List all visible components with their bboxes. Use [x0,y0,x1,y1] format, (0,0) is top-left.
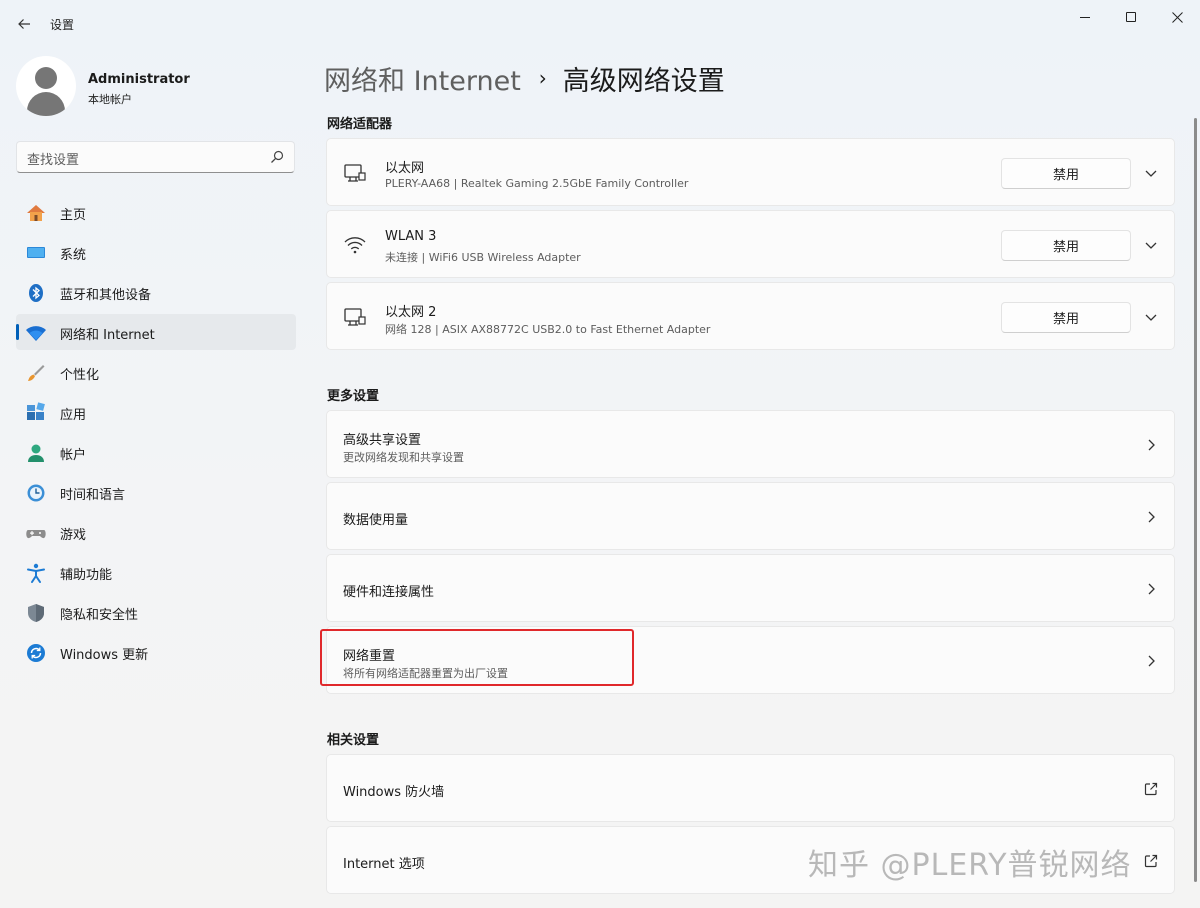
profile-name: Administrator [88,72,190,87]
open-external-icon [1144,782,1158,796]
adapter-card-ethernet-2[interactable]: 以太网 2 网络 128 | ASIX AX88772C USB2.0 to F… [326,282,1175,350]
system-icon [25,242,47,264]
sidebar-item-bluetooth[interactable]: 蓝牙和其他设备 [16,274,296,310]
close-button[interactable] [1154,6,1200,28]
search-box[interactable]: 查找设置 [16,141,295,173]
card-title: 硬件和连接属性 [343,585,435,600]
sidebar-item-label: 帐户 [60,448,87,463]
card-title: Internet 选项 [343,857,425,872]
annotation-highlight-box [320,629,634,686]
wifi-icon [25,322,47,344]
disable-button[interactable]: 禁用 [1001,230,1131,261]
settings-window: 设置 Administrator 本地帐户 查找设置 主页 系统 蓝牙和其他设备… [0,0,1200,908]
gamepad-icon [25,522,47,544]
card-subtitle: 更改网络发现和共享设置 [343,451,464,464]
maximize-icon [1126,12,1136,22]
ethernet-icon [344,308,366,326]
sidebar-item-time-language[interactable]: 时间和语言 [16,474,296,510]
adapter-detail: PLERY-AA68 | Realtek Gaming 2.5GbE Famil… [385,177,689,190]
scrollbar[interactable] [1194,118,1197,882]
card-title: 数据使用量 [343,513,409,528]
disable-button[interactable]: 禁用 [1001,302,1131,333]
card-title: Windows 防火墙 [343,785,445,800]
home-icon [25,202,47,224]
sidebar-item-label: 蓝牙和其他设备 [60,288,152,303]
avatar [16,56,76,116]
sidebar-item-label: 隐私和安全性 [60,608,139,623]
card-title: 高级共享设置 [343,433,422,448]
sidebar-item-system[interactable]: 系统 [16,234,296,270]
sidebar-item-label: 辅助功能 [60,568,113,583]
sidebar-item-personalization[interactable]: 个性化 [16,354,296,390]
chevron-right-icon [1148,439,1155,451]
sidebar-item-apps[interactable]: 应用 [16,394,296,430]
account-icon [25,442,47,464]
breadcrumb-separator: › [538,66,547,90]
update-icon [25,642,47,664]
adapter-name: 以太网 [385,161,425,176]
minimize-icon [1080,16,1090,18]
sidebar-nav: 主页 系统 蓝牙和其他设备 网络和 Internet 个性化 应用 帐户 时间和… [16,194,296,674]
chevron-right-icon [1148,583,1155,595]
adapter-card-wlan[interactable]: WLAN 3 未连接 | WiFi6 USB Wireless Adapter … [326,210,1175,278]
section-title-related: 相关设置 [327,733,380,748]
page-title: 高级网络设置 [562,65,725,97]
back-button[interactable] [12,12,36,36]
adapter-name: WLAN 3 [385,229,437,244]
adapter-card-ethernet[interactable]: 以太网 PLERY-AA68 | Realtek Gaming 2.5GbE F… [326,138,1175,206]
maximize-button[interactable] [1108,6,1154,28]
settings-card-data-usage[interactable]: 数据使用量 [326,482,1175,550]
chevron-right-icon [1148,655,1155,667]
user-profile[interactable]: Administrator 本地帐户 [16,56,296,116]
sidebar-item-network[interactable]: 网络和 Internet [16,314,296,350]
sidebar-item-accessibility[interactable]: 辅助功能 [16,554,296,590]
sidebar-item-windows-update[interactable]: Windows 更新 [16,634,296,670]
wifi-icon [344,237,366,254]
watermark: 知乎 @PLERY普锐网络 [808,848,1132,883]
sidebar-item-label: 系统 [60,248,87,263]
open-external-icon [1144,854,1158,868]
section-title-more: 更多设置 [327,389,380,404]
minimize-button[interactable] [1062,6,1108,28]
close-icon [1171,11,1183,23]
app-title: 设置 [50,18,75,32]
sidebar-item-label: 应用 [60,408,87,423]
sidebar-item-label: 个性化 [60,368,100,383]
disable-button[interactable]: 禁用 [1001,158,1131,189]
adapter-detail: 网络 128 | ASIX AX88772C USB2.0 to Fast Et… [385,323,711,336]
chevron-down-icon[interactable] [1143,309,1159,325]
brush-icon [25,362,47,384]
sidebar-item-label: Windows 更新 [60,648,149,663]
shield-icon [25,602,47,624]
search-icon [271,150,284,163]
accessibility-icon [25,562,47,584]
sidebar-item-label: 游戏 [60,528,87,543]
clock-globe-icon [25,482,47,504]
sidebar-item-home[interactable]: 主页 [16,194,296,230]
settings-card-advanced-sharing[interactable]: 高级共享设置 更改网络发现和共享设置 [326,410,1175,478]
bluetooth-icon [25,282,47,304]
section-title-adapters: 网络适配器 [327,117,393,132]
back-arrow-icon [18,19,30,29]
sidebar-item-privacy[interactable]: 隐私和安全性 [16,594,296,630]
ethernet-icon [344,164,366,182]
chevron-down-icon[interactable] [1143,165,1159,181]
settings-card-windows-firewall[interactable]: Windows 防火墙 [326,754,1175,822]
sidebar-item-accounts[interactable]: 帐户 [16,434,296,470]
sidebar-item-label: 主页 [60,208,87,223]
sidebar-item-gaming[interactable]: 游戏 [16,514,296,550]
breadcrumb: 网络和 Internet › 高级网络设置 [324,58,725,98]
apps-icon [25,402,47,424]
breadcrumb-parent[interactable]: 网络和 Internet [324,59,521,98]
chevron-down-icon[interactable] [1143,237,1159,253]
sidebar-item-label: 时间和语言 [60,488,126,503]
settings-card-hardware-properties[interactable]: 硬件和连接属性 [326,554,1175,622]
title-bar: 设置 [0,0,1200,48]
profile-account-type: 本地帐户 [88,93,132,106]
chevron-right-icon [1148,511,1155,523]
search-input[interactable]: 查找设置 [27,149,79,168]
adapter-detail: 未连接 | WiFi6 USB Wireless Adapter [385,251,581,264]
sidebar-item-label: 网络和 Internet [60,328,155,343]
adapter-name: 以太网 2 [385,305,437,320]
